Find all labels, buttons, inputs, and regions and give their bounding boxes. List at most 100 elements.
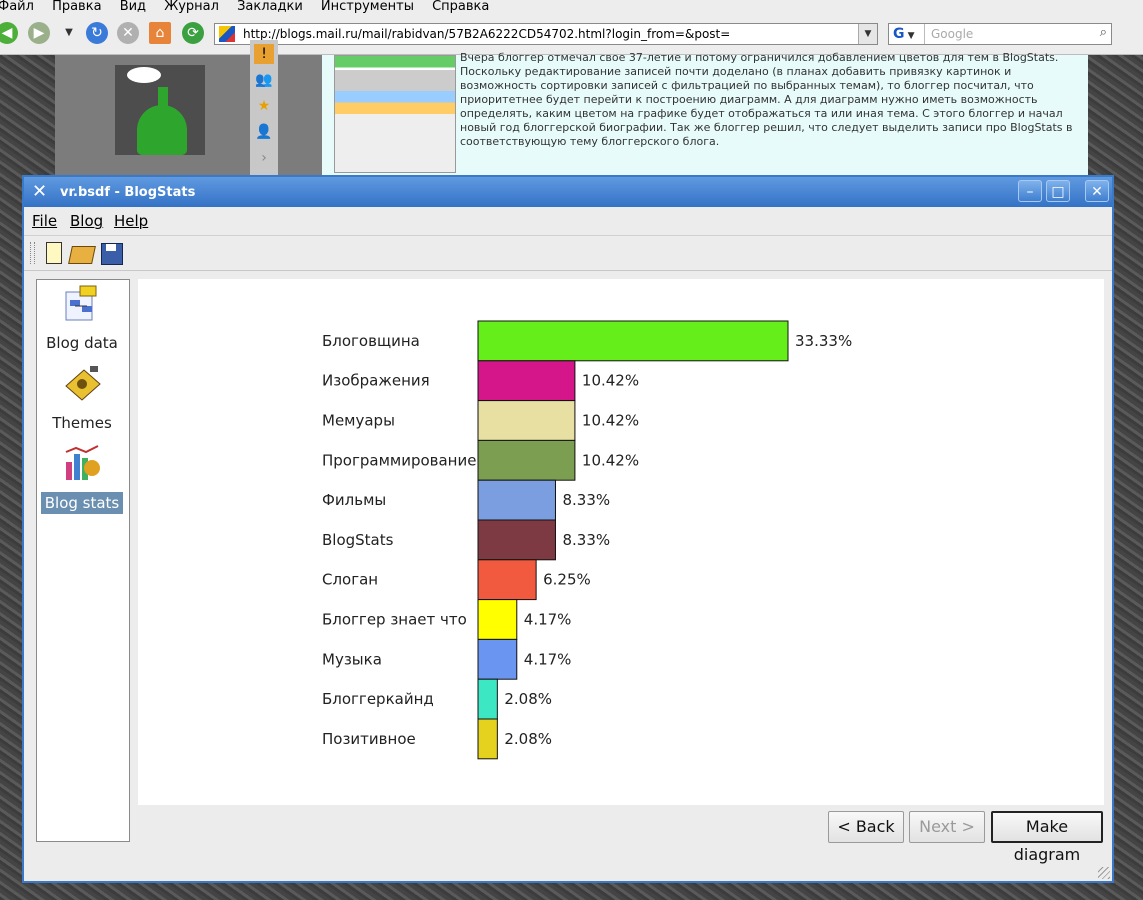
section-nav-panel: Blog data Themes Blog stats (36, 279, 130, 842)
maximize-button[interactable]: □ (1046, 180, 1070, 202)
search-placeholder: Google (931, 27, 974, 41)
menu-help[interactable]: Help (114, 207, 148, 235)
url-text: http://blogs.mail.ru/mail/rabidvan/57B2A… (243, 27, 731, 41)
search-field[interactable]: G ▼ Google ⌕ (888, 23, 1112, 45)
category-label: Музыка (322, 650, 382, 668)
menu-file[interactable]: File (32, 207, 57, 235)
app-toolbar (24, 235, 1112, 271)
bar (477, 718, 498, 760)
category-label: Фильмы (322, 491, 386, 509)
back-button[interactable]: < Back (828, 811, 904, 843)
value-label: 2.08% (504, 730, 552, 748)
url-dropdown-icon[interactable]: ▼ (858, 24, 877, 44)
bar (477, 320, 789, 362)
browser-toolbar: ◀ ▶ ▼ ↻ ✕ ⌂ ⟳ http://blogs.mail.ru/mail/… (0, 14, 1143, 55)
nav-item-blog-data[interactable]: Blog data (41, 284, 123, 356)
star-icon[interactable]: ★ (254, 96, 274, 116)
category-label: Блоггеркайнд (322, 690, 434, 708)
app-menu-bar: File Blog Help (24, 207, 1112, 235)
value-label: 4.17% (524, 650, 572, 668)
category-label: Блоговщина (322, 332, 420, 350)
value-label: 6.25% (543, 571, 591, 589)
speech-bubble-icon (127, 67, 161, 83)
nav-item-themes[interactable]: Themes (41, 364, 123, 436)
browser-menu-help[interactable]: Справка (432, 0, 489, 14)
category-label: Мемуары (322, 412, 395, 430)
search-magnifier-icon[interactable]: ⌕ (1100, 25, 1107, 40)
google-icon: G (893, 26, 905, 42)
next-button[interactable]: Next > (909, 811, 985, 843)
minimize-button[interactable]: – (1018, 180, 1042, 202)
make-diagram-button[interactable]: Make diagram (991, 811, 1103, 864)
category-label: BlogStats (322, 531, 394, 549)
category-label: Программирование (322, 451, 476, 469)
user-add-icon[interactable]: 👤 (254, 122, 274, 142)
bar (477, 519, 556, 561)
category-label: Слоган (322, 571, 378, 589)
chevron-right-icon[interactable]: › (254, 148, 274, 168)
bar (477, 599, 518, 640)
chart-panel: Блоговщина 33.33% Изображения 10.42% Мемуары… (138, 279, 1104, 805)
category-label: Позитивное (322, 730, 416, 748)
blog-post: Вчера блоггер отмечал свое 37-летие и по… (322, 51, 1088, 175)
browser-menu-bar: Файл Правка Вид Журнал Закладки Инструме… (0, 0, 1143, 14)
category-label: Блоггер знает что (322, 611, 467, 629)
stop-icon[interactable]: ✕ (117, 22, 139, 44)
value-label: 4.17% (524, 611, 572, 629)
nav-item-blog-stats[interactable]: Blog stats (41, 444, 123, 516)
toolbar-grip[interactable] (30, 242, 35, 264)
browser-menu-tools[interactable]: Инструменты (321, 0, 414, 14)
resize-grip[interactable] (1098, 867, 1110, 879)
url-field[interactable]: http://blogs.mail.ru/mail/rabidvan/57B2A… (214, 23, 878, 45)
browser-menu-bookmarks[interactable]: Закладки (237, 0, 303, 14)
blog-side-icons: ! 👥 ★ 👤 › (250, 40, 278, 175)
green-creature-icon (137, 105, 187, 155)
blog-data-icon (65, 285, 97, 321)
back-arrow-icon[interactable]: ◀ (0, 22, 18, 44)
browser-menu-history[interactable]: Журнал (164, 0, 219, 14)
save-disk-icon[interactable] (98, 240, 124, 266)
browser-menu-edit[interactable]: Правка (52, 0, 101, 14)
themes-icon (65, 366, 101, 401)
bar (477, 559, 537, 601)
home-icon[interactable]: ⌂ (149, 22, 171, 44)
post-screenshot-thumbnail[interactable] (334, 55, 456, 173)
post-text: Вчера блоггер отмечал свое 37-летие и по… (460, 51, 1073, 148)
value-label: 10.42% (582, 372, 639, 390)
bar-chart: Блоговщина 33.33% Изображения 10.42% Мемуары… (322, 320, 852, 760)
nav-label-themes: Themes (52, 414, 112, 432)
site-favicon-icon (219, 26, 235, 42)
app-icon[interactable]: ✕ (32, 181, 47, 203)
friends-icon[interactable]: 👥 (254, 70, 274, 90)
history-dropdown-icon[interactable]: ▼ (58, 22, 80, 44)
browser-menu-file[interactable]: Файл (0, 0, 34, 14)
window-titlebar[interactable]: ✕ vr.bsdf - BlogStats – □ ✕ (24, 177, 1112, 207)
blog-avatar (115, 65, 205, 155)
value-label: 2.08% (504, 690, 552, 708)
go-icon[interactable]: ⟳ (182, 22, 204, 44)
forward-arrow-icon[interactable]: ▶ (28, 22, 50, 44)
close-button[interactable]: ✕ (1085, 180, 1109, 202)
category-label: Изображения (322, 372, 430, 390)
value-label: 8.33% (562, 491, 610, 509)
nav-label-blog-stats: Blog stats (41, 492, 123, 514)
bar (477, 439, 576, 481)
value-label: 33.33% (795, 332, 852, 350)
info-icon[interactable]: ! (254, 44, 274, 64)
bar (477, 638, 518, 680)
window-title: vr.bsdf - BlogStats (60, 185, 196, 200)
new-file-icon[interactable] (40, 240, 66, 266)
reload-icon[interactable]: ↻ (86, 22, 108, 44)
blog-stats-icon (65, 445, 100, 480)
value-label: 10.42% (582, 451, 639, 469)
nav-label-blog-data: Blog data (46, 334, 118, 352)
value-label: 8.33% (562, 531, 610, 549)
open-folder-icon[interactable] (68, 240, 94, 266)
bar (477, 678, 498, 720)
bar (477, 360, 576, 402)
bar (477, 400, 576, 441)
search-engine-selector[interactable]: G ▼ (889, 24, 925, 44)
menu-blog[interactable]: Blog (70, 207, 103, 235)
value-label: 10.42% (582, 412, 639, 430)
browser-menu-view[interactable]: Вид (120, 0, 146, 14)
